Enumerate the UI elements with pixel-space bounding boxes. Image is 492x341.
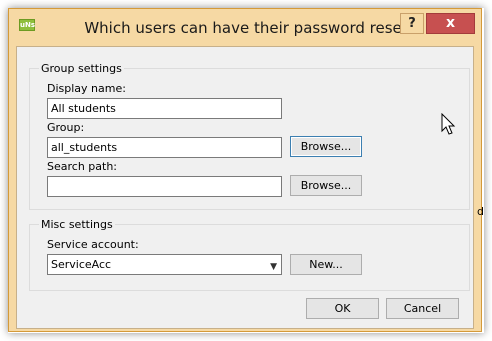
background-window-fragment: d	[477, 205, 484, 218]
app-icon: uNs	[19, 19, 36, 31]
misc-settings-legend: Misc settings	[39, 218, 115, 231]
service-account-label: Service account:	[47, 238, 139, 251]
title-bar[interactable]: uNs Which users can have their password …	[9, 9, 481, 42]
browse-group-button[interactable]: Browse...	[290, 136, 362, 157]
ok-button[interactable]: OK	[306, 298, 379, 319]
group-settings-legend: Group settings	[39, 62, 124, 75]
browse-search-path-button[interactable]: Browse...	[290, 175, 362, 196]
service-account-select[interactable]: ServiceAcc ▼	[47, 254, 282, 275]
mouse-cursor-icon	[441, 113, 456, 135]
window-title: Which users can have their password rese…	[84, 19, 408, 37]
search-path-label: Search path:	[47, 160, 118, 173]
cancel-button[interactable]: Cancel	[386, 298, 459, 319]
service-account-value: ServiceAcc	[51, 258, 112, 271]
chevron-down-icon[interactable]: ▼	[270, 258, 277, 274]
display-name-label: Display name:	[47, 82, 126, 95]
display-name-input[interactable]: All students	[47, 98, 282, 119]
dialog-client-area: Group settings Display name: All student…	[16, 46, 474, 329]
close-icon: x	[445, 15, 456, 31]
new-service-account-button[interactable]: New...	[290, 254, 362, 275]
dialog-window: uNs Which users can have their password …	[8, 8, 482, 332]
group-input[interactable]: all_students	[47, 137, 282, 158]
close-button[interactable]: x	[426, 13, 475, 34]
search-path-input[interactable]	[47, 176, 282, 197]
help-button[interactable]: ?	[400, 13, 424, 34]
group-label: Group:	[47, 121, 85, 134]
help-icon: ?	[408, 16, 416, 31]
